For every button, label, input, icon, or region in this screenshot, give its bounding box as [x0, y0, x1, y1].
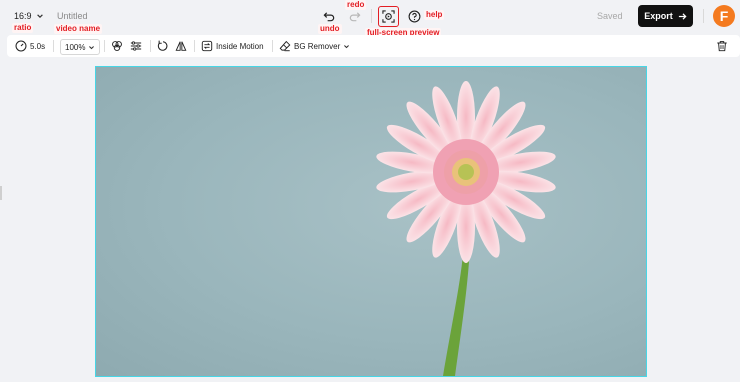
- app-logo[interactable]: F: [713, 5, 735, 27]
- zoom-value: 100%: [65, 42, 86, 52]
- video-canvas[interactable]: [95, 66, 647, 377]
- trash-icon: [717, 41, 727, 52]
- annotation-video-name: video name: [54, 24, 103, 34]
- top-bar: 16:9 Untitled Saved Export F ratio video…: [0, 0, 740, 38]
- inside-motion-label: Inside Motion: [216, 41, 264, 51]
- save-status: Saved: [597, 11, 623, 21]
- inside-motion-button[interactable]: Inside Motion: [201, 35, 264, 57]
- filters-icon: [112, 41, 122, 51]
- eraser-icon: [279, 40, 291, 52]
- divider: [703, 9, 704, 23]
- flip-button[interactable]: [175, 35, 187, 57]
- filters-button[interactable]: [111, 35, 123, 57]
- ratio-value: 16:9: [14, 11, 32, 21]
- bg-remover-label: BG Remover: [294, 41, 341, 51]
- video-name-field[interactable]: Untitled: [57, 11, 88, 21]
- divider: [53, 40, 54, 52]
- inside-motion-icon: [201, 40, 213, 52]
- rotate-icon: [157, 40, 168, 51]
- edit-toolbar: 5.0s 100% Inside Motion BG Remover: [7, 35, 740, 57]
- divider: [104, 40, 105, 52]
- rotate-button[interactable]: [157, 35, 169, 57]
- chevron-down-icon: [344, 44, 350, 48]
- undo-button[interactable]: [322, 9, 336, 23]
- full-screen-preview-icon: [382, 10, 395, 23]
- divider: [272, 40, 273, 52]
- full-screen-preview-button[interactable]: [378, 6, 399, 27]
- undo-icon: [323, 11, 334, 21]
- export-label: Export: [644, 11, 673, 21]
- export-button[interactable]: Export: [638, 5, 693, 27]
- delete-button[interactable]: [716, 35, 728, 57]
- adjust-sliders-icon: [130, 41, 142, 51]
- bg-remover-button[interactable]: BG Remover: [279, 35, 350, 57]
- flip-icon: [175, 41, 187, 51]
- arrow-right-icon: [678, 12, 687, 20]
- help-button[interactable]: [407, 9, 421, 23]
- annotation-undo: undo: [318, 24, 342, 34]
- annotation-help: help: [424, 10, 445, 20]
- annotation-ratio: ratio: [12, 23, 34, 33]
- divider: [371, 9, 372, 23]
- ratio-selector[interactable]: 16:9: [14, 11, 44, 21]
- duration-value: 5.0s: [30, 41, 46, 51]
- zoom-select[interactable]: 100%: [60, 39, 101, 55]
- adjust-button[interactable]: [130, 35, 142, 57]
- chevron-down-icon: [36, 14, 43, 19]
- annotation-redo: redo: [345, 0, 367, 10]
- duration-button[interactable]: 5.0s: [15, 35, 45, 57]
- divider: [194, 40, 195, 52]
- divider: [150, 40, 151, 52]
- redo-icon: [349, 11, 360, 21]
- help-icon: [408, 10, 420, 22]
- panel-edge-handle[interactable]: [0, 186, 2, 200]
- redo-button[interactable]: [347, 9, 361, 23]
- chevron-down-icon: [89, 45, 95, 49]
- clock-icon: [15, 40, 27, 52]
- flower-image: [376, 81, 556, 376]
